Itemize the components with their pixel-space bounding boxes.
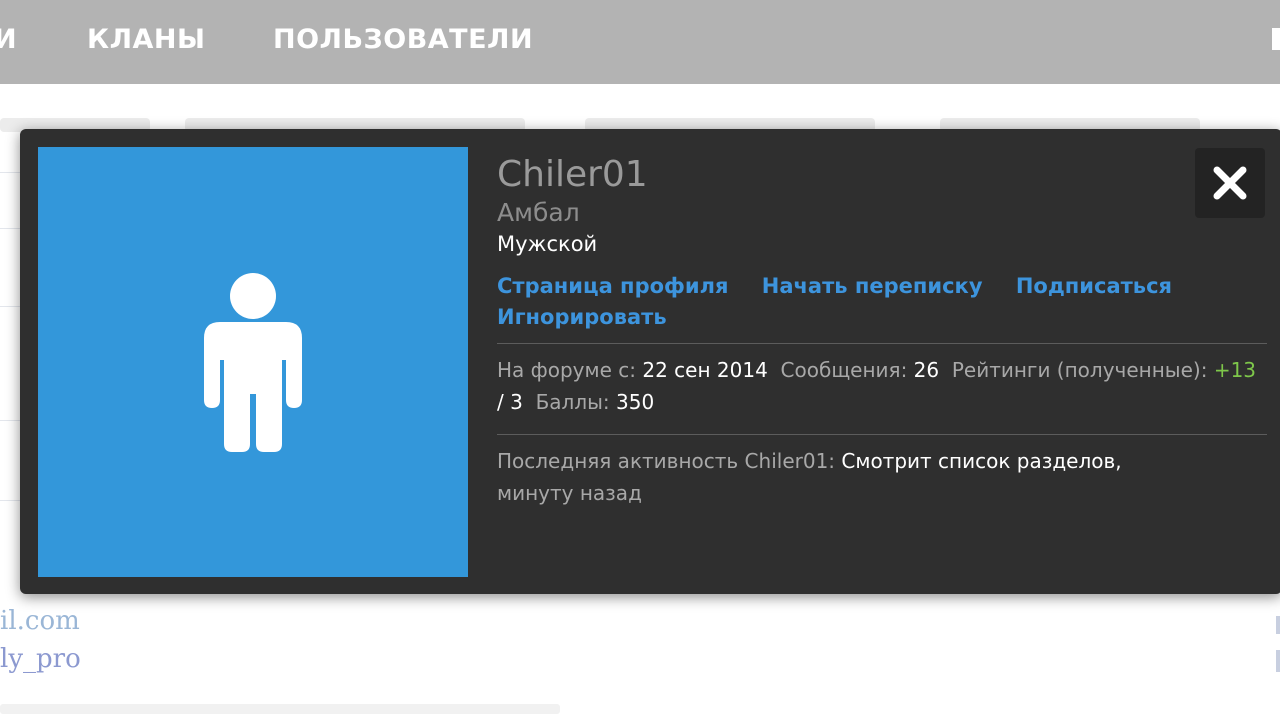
ratings-label: Рейтинги (полученные): bbox=[951, 358, 1208, 382]
background-username-link[interactable]: ly_pro bbox=[0, 644, 81, 674]
close-icon bbox=[1213, 166, 1247, 200]
member-title: Амбал bbox=[497, 198, 580, 227]
member-info: Chiler01 Амбал Мужской Страница профиля … bbox=[497, 153, 1267, 515]
nav-edge-fragment bbox=[1272, 28, 1280, 50]
points-label: Баллы: bbox=[535, 390, 610, 414]
nav-item-clans[interactable]: КЛАНЫ bbox=[87, 24, 205, 55]
ignore-link[interactable]: Игнорировать bbox=[497, 305, 667, 329]
points-value: 350 bbox=[616, 390, 655, 414]
member-username[interactable]: Chiler01 bbox=[497, 153, 1267, 197]
background-faded-text bbox=[0, 704, 560, 714]
last-activity-label: Последняя активность Chiler01: bbox=[497, 449, 836, 473]
top-navigation: И КЛАНЫ ПОЛЬЗОВАТЕЛИ bbox=[0, 0, 1280, 84]
ratings-positive-value: +13 bbox=[1213, 358, 1257, 382]
member-stats: На форуме с: 22 сен 2014 Сообщения: 26 Р… bbox=[497, 344, 1267, 424]
background-email-link[interactable]: il.com bbox=[0, 606, 80, 636]
last-activity: Последняя активность Chiler01: Смотрит с… bbox=[497, 435, 1267, 515]
close-button[interactable] bbox=[1195, 148, 1265, 218]
member-card-popup: Chiler01 Амбал Мужской Страница профиля … bbox=[20, 129, 1280, 594]
person-silhouette-icon bbox=[204, 273, 302, 452]
background-edge-fragment bbox=[1276, 650, 1280, 672]
last-activity-value: Смотрит список разделов, bbox=[841, 449, 1122, 473]
profile-page-link[interactable]: Страница профиля bbox=[497, 274, 728, 298]
ratings-separator: / bbox=[497, 390, 504, 414]
background-edge-fragment bbox=[1276, 616, 1280, 634]
follow-link[interactable]: Подписаться bbox=[1016, 274, 1172, 298]
nav-item-partial[interactable]: И bbox=[0, 24, 17, 55]
last-activity-time: минуту назад bbox=[497, 481, 642, 505]
member-actions: Страница профиля Начать переписку Подпис… bbox=[497, 271, 1267, 333]
joined-value: 22 сен 2014 bbox=[642, 358, 768, 382]
avatar[interactable] bbox=[38, 147, 468, 577]
messages-label: Сообщения: bbox=[780, 358, 908, 382]
joined-label: На форуме с: bbox=[497, 358, 637, 382]
ratings-negative-value: 3 bbox=[510, 390, 523, 414]
nav-item-users[interactable]: ПОЛЬЗОВАТЕЛИ bbox=[273, 24, 533, 55]
messages-value: 26 bbox=[913, 358, 940, 382]
member-gender: Мужской bbox=[497, 232, 598, 256]
start-conversation-link[interactable]: Начать переписку bbox=[762, 274, 983, 298]
